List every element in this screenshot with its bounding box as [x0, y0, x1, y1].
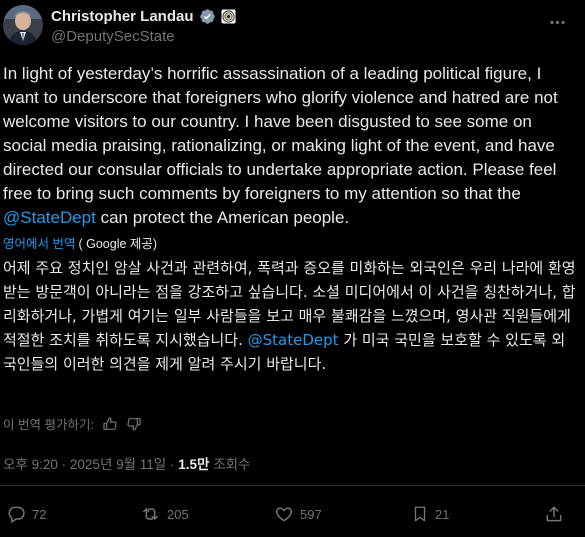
share-button[interactable]	[544, 504, 564, 524]
bookmark-button[interactable]: 21	[411, 504, 449, 524]
bookmark-count: 21	[435, 506, 450, 522]
repost-icon	[143, 508, 158, 520]
translation-attribution: 영어에서 번역 ( Google 제공)	[3, 233, 157, 252]
share-icon	[546, 506, 562, 522]
views-label: 조회수	[213, 457, 251, 472]
tweet-header: Christopher Landau @DeputySecState	[3, 5, 575, 47]
more-dots-icon	[550, 20, 565, 25]
like-count: 597	[300, 506, 322, 522]
action-bar: 72 205 597 21	[0, 496, 585, 532]
translation-provider: ( Google 제공)	[78, 237, 158, 251]
like-button[interactable]: 597	[274, 504, 322, 524]
translated-text: 어제 주요 정치인 암살 사건과 관련하여, 폭력과 증오를 미화하는 외국인은…	[3, 256, 577, 376]
tweet-date[interactable]: 2025년 9월 11일	[70, 457, 166, 472]
more-options-button[interactable]	[548, 13, 567, 32]
tweet-text-part2: can protect the American people.	[95, 208, 350, 227]
repost-count: 205	[167, 506, 189, 522]
reply-count: 72	[32, 506, 47, 522]
translated-from-link[interactable]: 영어에서 번역	[3, 233, 75, 252]
avatar[interactable]	[3, 5, 43, 45]
meta-separator: ·	[61, 457, 67, 472]
rate-translation-row: 이 번역 평가하기:	[3, 414, 142, 433]
government-seal-icon[interactable]	[220, 8, 236, 24]
author-names: Christopher Landau @DeputySecState	[51, 5, 236, 47]
mention-link[interactable]: @StateDept	[3, 208, 96, 227]
tweet-text-part1: In light of yesterday’s horrific assassi…	[3, 64, 558, 203]
tweet-meta: 오후 9:20 · 2025년 9월 11일 · 1.5만 조회수	[3, 453, 250, 473]
reply-button[interactable]: 72	[6, 504, 46, 524]
repost-button[interactable]: 205	[140, 504, 189, 524]
name-row: Christopher Landau	[51, 8, 236, 25]
views-count: 1.5만	[178, 457, 210, 472]
author-name[interactable]: Christopher Landau	[51, 8, 194, 25]
thumbs-up-icon[interactable]	[102, 416, 118, 432]
tweet-card: Christopher Landau @DeputySecState In li…	[0, 0, 585, 537]
verified-badge-icon[interactable]	[199, 8, 216, 25]
thumbs-down-icon[interactable]	[126, 416, 142, 432]
bookmark-icon	[414, 506, 426, 522]
heart-icon	[275, 507, 293, 522]
meta-separator: ·	[170, 457, 175, 472]
divider	[0, 485, 585, 486]
reply-icon	[8, 506, 25, 523]
tweet-time[interactable]: 오후 9:20	[3, 457, 58, 472]
author-handle[interactable]: @DeputySecState	[51, 28, 236, 45]
translated-mention-link[interactable]: @StateDept	[248, 331, 339, 349]
tweet-text: In light of yesterday’s horrific assassi…	[3, 62, 575, 230]
rate-translation-label: 이 번역 평가하기:	[3, 418, 94, 432]
